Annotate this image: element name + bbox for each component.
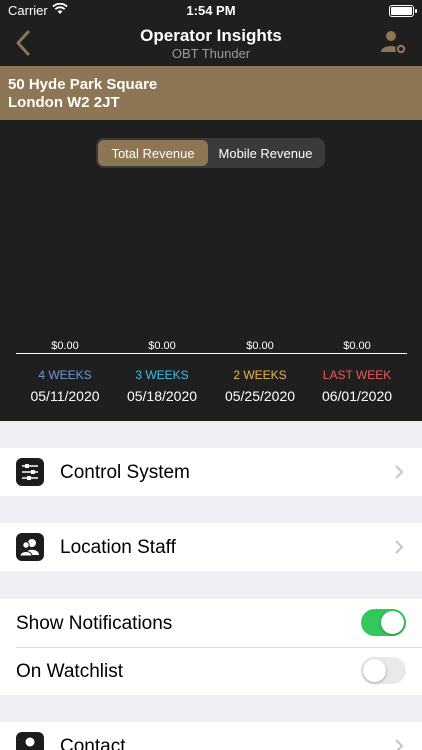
on-watchlist-label: On Watchlist: [16, 661, 123, 682]
chevron-right-icon: [395, 465, 404, 479]
period-label: 2 WEEKS: [233, 368, 287, 382]
battery-icon: [389, 5, 417, 17]
control-system-label: Control System: [60, 462, 190, 483]
chevron-right-icon: [395, 540, 404, 554]
revenue-segmented-control: Total Revenue Mobile Revenue: [96, 138, 325, 168]
chevron-right-icon: [395, 739, 404, 750]
period-label: 4 WEEKS: [38, 368, 92, 382]
contact-icon: [16, 732, 44, 750]
control-system-row[interactable]: Control System: [0, 448, 422, 496]
period-label: LAST WEEK: [322, 368, 392, 382]
location-staff-label: Location Staff: [60, 537, 176, 558]
notification-settings-group: Show Notifications On Watchlist: [0, 599, 422, 695]
chart-baseline: [16, 353, 407, 354]
show-notifications-toggle[interactable]: [361, 609, 406, 636]
location-staff-row[interactable]: Location Staff: [0, 523, 422, 571]
location-address: 50 Hyde Park Square London W2 2JT: [0, 66, 422, 120]
segment-total-revenue[interactable]: Total Revenue: [98, 140, 208, 166]
show-notifications-label: Show Notifications: [16, 613, 173, 634]
segment-mobile-revenue[interactable]: Mobile Revenue: [208, 140, 323, 166]
revenue-value: $0.00: [148, 340, 176, 352]
period-date: 06/01/2020: [321, 388, 393, 404]
address-line-2: London W2 2JT: [8, 94, 120, 111]
user-settings-icon[interactable]: [380, 28, 408, 56]
revenue-value: $0.00: [51, 340, 79, 352]
page-subtitle: OBT Thunder: [171, 46, 251, 61]
revenue-value: $0.00: [246, 340, 274, 352]
revenue-value: $0.00: [343, 340, 371, 352]
navigation-bar: Operator Insights OBT Thunder: [0, 22, 422, 66]
clock: 1:54 PM: [186, 3, 236, 18]
row-divider: [16, 647, 422, 648]
on-watchlist-toggle[interactable]: [361, 657, 406, 684]
period-date: 05/11/2020: [30, 388, 100, 404]
contact-label: Contact: [60, 736, 126, 750]
address-line-1: 50 Hyde Park Square: [8, 76, 158, 93]
contact-row[interactable]: Contact: [0, 722, 422, 750]
page-title: Operator Insights: [140, 26, 282, 45]
period-date: 05/18/2020: [126, 388, 198, 404]
period-date: 05/25/2020: [224, 388, 296, 404]
period-label: 3 WEEKS: [135, 368, 189, 382]
staff-icon: [16, 533, 44, 561]
status-bar: Carrier 1:54 PM: [0, 0, 422, 22]
sliders-icon: [16, 458, 44, 486]
